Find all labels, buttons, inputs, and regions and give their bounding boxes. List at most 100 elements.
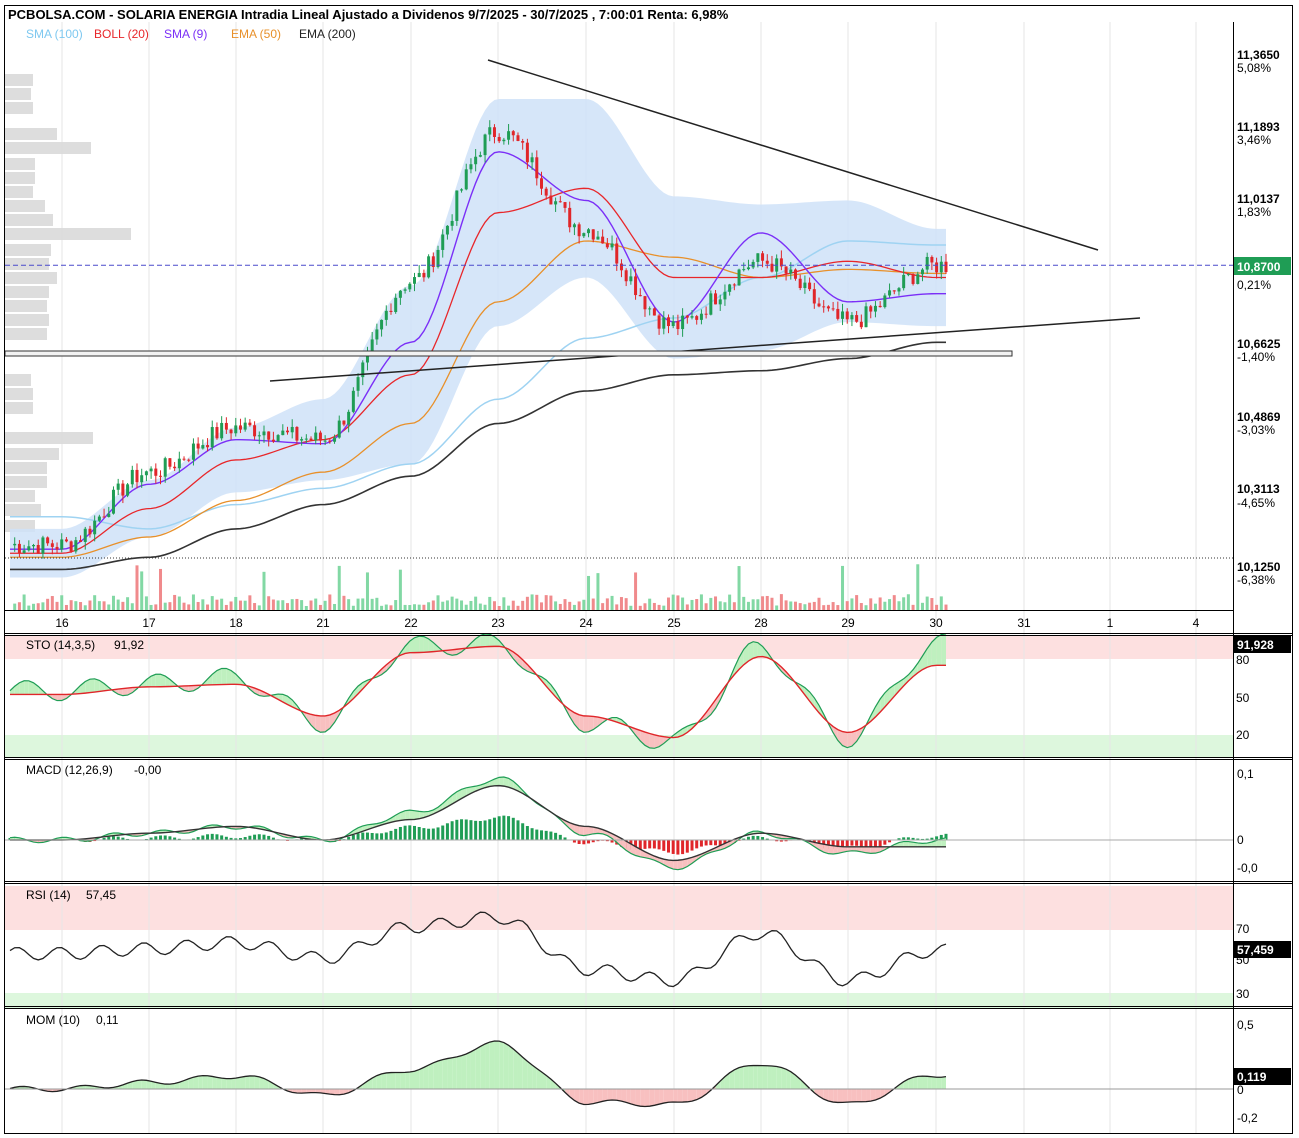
macd-histogram-bar	[455, 819, 459, 840]
candle-body	[939, 261, 943, 273]
mom-fill	[739, 1066, 744, 1089]
mom-fill	[202, 1075, 208, 1089]
stock-chart[interactable]: PCBOLSA.COM - SOLARIA ENERGIA Intradia L…	[0, 0, 1299, 1138]
candle-body	[243, 422, 247, 430]
candle-body	[408, 283, 412, 290]
macd-fill	[409, 810, 415, 820]
mom-fill	[913, 1076, 918, 1089]
pct-tick: 3,46%	[1237, 133, 1271, 147]
candle-body	[577, 224, 581, 237]
macd-histogram-bar	[257, 834, 261, 840]
candle-body	[888, 290, 892, 296]
volume-bar	[666, 597, 670, 610]
candle-body	[27, 546, 31, 551]
volume-bar	[300, 600, 304, 610]
volume-bar	[920, 602, 924, 610]
candle-body	[474, 156, 478, 165]
date-tick: 25	[667, 616, 681, 630]
candle-body	[920, 269, 924, 275]
mom-fill	[616, 1089, 622, 1102]
candle-body	[704, 313, 708, 315]
volume-bar	[347, 599, 351, 610]
mom-fill	[663, 1089, 669, 1104]
candle-body	[159, 475, 163, 477]
mom-fill	[423, 1065, 429, 1089]
price-tick: 10,6625	[1237, 337, 1281, 351]
volume-bar	[286, 603, 290, 610]
volume-bar	[925, 596, 929, 610]
mom-fill	[245, 1075, 250, 1089]
macd-histogram-bar	[215, 834, 219, 840]
volume-bar	[587, 575, 591, 610]
volume-bar	[676, 595, 680, 610]
sto-fill	[936, 634, 942, 666]
volume-bar	[149, 604, 153, 610]
candle-body	[135, 469, 139, 483]
macd-histogram-bar	[554, 832, 558, 840]
mom-fill	[452, 1056, 457, 1089]
pct-tick: 5,08%	[1237, 61, 1271, 75]
volume-bar	[154, 604, 158, 610]
candle-body	[441, 234, 445, 250]
macd-label: MACD (12,26,9)	[26, 763, 113, 777]
sto-fill	[155, 674, 161, 687]
candle-body	[629, 276, 633, 282]
mom-label: MOM (10)	[26, 1013, 80, 1027]
volume-profile-bar	[5, 142, 91, 154]
volume-bar	[408, 605, 412, 610]
volume-bar	[935, 604, 939, 610]
volume-profile-bar	[5, 476, 47, 488]
volume-bar	[629, 605, 633, 610]
candle-body	[149, 468, 153, 472]
macd-histogram-bar	[483, 820, 487, 840]
candle-body	[591, 229, 595, 240]
volume-profile-bar	[5, 314, 49, 326]
mom-fill	[856, 1089, 862, 1102]
candle-body	[347, 411, 351, 425]
candle-body	[878, 305, 882, 308]
volume-bar	[295, 598, 299, 610]
volume-bar	[775, 605, 779, 610]
macd-histogram-bar	[436, 827, 440, 840]
price-tick: 10,3113	[1237, 482, 1280, 496]
volume-bar	[770, 597, 774, 610]
candle-body	[539, 178, 543, 189]
volume-bar	[262, 571, 266, 610]
mom-fill	[522, 1057, 528, 1089]
volume-bar	[394, 600, 398, 610]
volume-profile-bar	[5, 462, 47, 474]
macd-histogram-bar	[525, 826, 529, 840]
volume-bar	[558, 603, 562, 610]
volume-bar	[64, 604, 68, 610]
candle-body	[41, 537, 45, 554]
candle-body	[69, 541, 73, 552]
candle-body	[257, 435, 261, 437]
candle-body	[906, 274, 910, 276]
candle-body	[262, 431, 266, 436]
macd-histogram-bar	[850, 840, 854, 846]
volume-bar	[916, 564, 920, 610]
volume-bar	[601, 603, 605, 610]
macd-histogram-bar	[539, 830, 543, 840]
mom-fill	[419, 1067, 424, 1089]
candle-body	[64, 539, 68, 542]
candle-body	[32, 544, 36, 547]
candle-body	[460, 189, 464, 191]
candle-body	[525, 142, 529, 163]
macd-histogram-bar	[375, 833, 379, 840]
volume-bar	[32, 603, 36, 610]
pct-tick: 1,83%	[1237, 205, 1271, 219]
macd-histogram-bar	[370, 832, 374, 840]
volume-bar	[596, 573, 600, 610]
candle-body	[276, 435, 280, 442]
candle-body	[761, 253, 765, 261]
candle-body	[634, 276, 638, 296]
macd-histogram-bar	[356, 833, 360, 840]
macd-histogram-bar	[469, 820, 473, 840]
macd-histogram-bar	[751, 835, 755, 840]
macd-histogram-bar	[460, 819, 464, 840]
pct-tick: -6,38%	[1237, 573, 1275, 587]
mom-fill	[842, 1089, 848, 1103]
candle-body	[610, 243, 614, 248]
candle-body	[196, 443, 200, 449]
